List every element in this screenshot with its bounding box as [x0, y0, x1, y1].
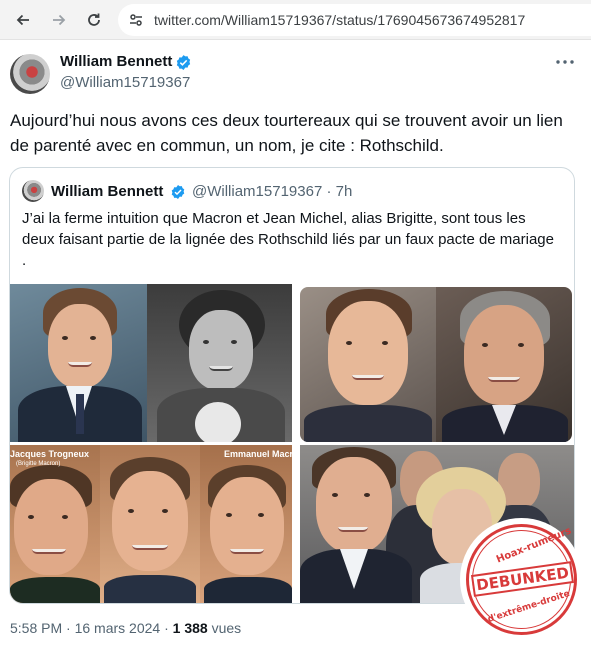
- tweet-timestamp[interactable]: 5:58 PM · 16 mars 2024 ·: [10, 620, 173, 636]
- portrait-photo: [200, 445, 292, 603]
- media-image-top-right[interactable]: [300, 287, 572, 442]
- quote-author-name: William Bennett: [51, 183, 164, 200]
- verified-badge-icon: [176, 55, 191, 70]
- tweet-meta: 5:58 PM · 16 mars 2024 · 1 388 vues: [10, 620, 241, 636]
- url-text: twitter.com/William15719367/status/17690…: [154, 12, 526, 28]
- portrait-photo: [10, 445, 100, 603]
- portrait-photo: [300, 287, 436, 442]
- portrait-photo: [100, 445, 200, 603]
- quote-text: J’ai la ferme intuition que Macron et Je…: [22, 210, 554, 269]
- back-arrow-icon[interactable]: [12, 9, 34, 31]
- more-options-icon[interactable]: [555, 52, 575, 72]
- author-handle[interactable]: @William15719367: [60, 74, 190, 91]
- image-caption: Emmanuel Macr: [224, 449, 292, 459]
- author-name[interactable]: William Bennett: [60, 53, 172, 70]
- views-label: vues: [207, 620, 242, 636]
- site-settings-icon[interactable]: [122, 6, 150, 34]
- portrait-photo: [10, 284, 147, 442]
- quote-author-avatar: [22, 180, 44, 202]
- reload-icon[interactable]: [83, 9, 105, 31]
- debunked-stamp: Hoax-rumeurs DEBUNKED d'extrême-droite: [460, 518, 583, 641]
- media-image-top-left[interactable]: [10, 284, 292, 442]
- forward-arrow-icon[interactable]: [48, 9, 70, 31]
- media-image-bottom-left[interactable]: Jacques Trogneux (Brigitte Macron) Emman…: [10, 445, 292, 603]
- verified-badge-icon: [171, 185, 185, 199]
- tweet-text: Aujourd’hui nous avons ces deux tourtere…: [10, 111, 563, 155]
- image-caption: Jacques Trogneux: [10, 449, 90, 459]
- portrait-photo: [436, 287, 572, 442]
- author-avatar[interactable]: [10, 54, 50, 94]
- quote-author-handle: @William15719367 · 7h: [192, 183, 353, 200]
- browser-toolbar: twitter.com/William15719367/status/17690…: [0, 0, 591, 40]
- address-bar[interactable]: twitter.com/William15719367/status/17690…: [118, 4, 591, 36]
- views-count: 1 388: [172, 620, 208, 636]
- image-caption-sub: (Brigitte Macron): [16, 461, 61, 467]
- portrait-photo: [147, 284, 292, 442]
